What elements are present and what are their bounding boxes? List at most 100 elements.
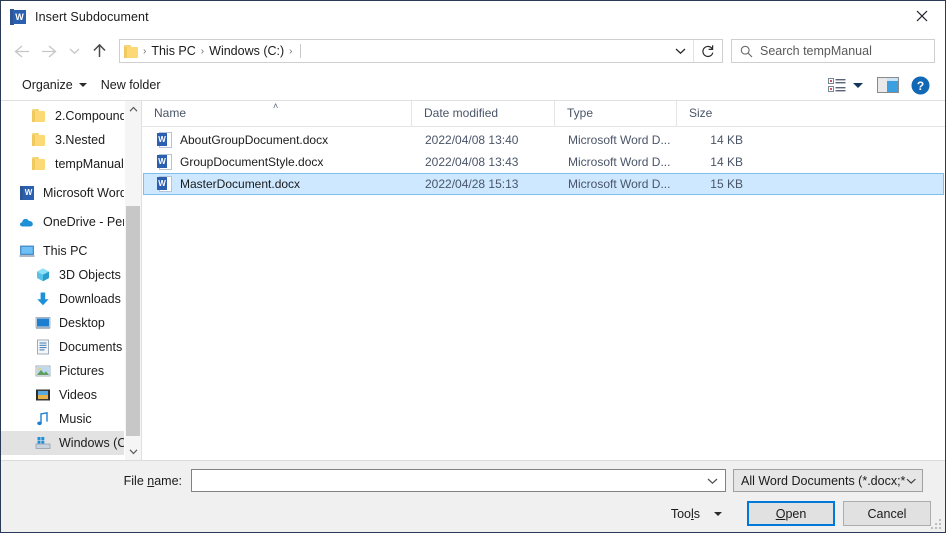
sidebar-item-videos[interactable]: Videos	[1, 383, 141, 407]
scrollbar-thumb[interactable]	[126, 206, 140, 436]
sidebar-item-label: Microsoft Word	[43, 186, 127, 200]
sidebar-item-onedrive[interactable]: OneDrive - Personal	[1, 210, 141, 234]
sidebar-item-label: Videos	[59, 388, 97, 402]
column-header-name[interactable]: Name ˄	[142, 101, 412, 126]
close-button[interactable]	[899, 1, 945, 31]
sidebar-item-desktop[interactable]: Desktop	[1, 311, 141, 335]
table-row[interactable]: W GroupDocumentStyle.docx 2022/04/08 13:…	[143, 151, 944, 173]
word-document-icon: W	[157, 176, 173, 192]
sidebar-item-pictures[interactable]: Pictures	[1, 359, 141, 383]
view-options-button[interactable]	[820, 78, 871, 92]
search-placeholder: Search tempManual	[760, 44, 872, 58]
refresh-button[interactable]	[693, 40, 722, 62]
up-button[interactable]	[85, 36, 113, 66]
music-icon	[35, 411, 51, 427]
sidebar-item-tempmanual[interactable]: tempManual	[1, 152, 141, 176]
filename-input-wrapper[interactable]	[191, 469, 726, 492]
filename-label: File name:	[1, 474, 191, 488]
file-date-cell: 2022/04/08 13:43	[425, 155, 519, 169]
file-type-cell: Microsoft Word D...	[568, 177, 671, 191]
folder-icon	[31, 156, 47, 172]
forward-button[interactable]	[35, 36, 63, 66]
tools-label-pre: Too	[670, 506, 691, 521]
sidebar-item-music[interactable]: Music	[1, 407, 141, 431]
sidebar-item-downloads[interactable]: Downloads	[1, 287, 141, 311]
sidebar-item-this-pc[interactable]: This PC	[1, 239, 141, 263]
arrow-left-icon	[13, 45, 29, 57]
sidebar-item-microsoft-word[interactable]: W Microsoft Word	[1, 181, 141, 205]
cancel-button[interactable]: Cancel	[843, 501, 931, 526]
scroll-up-button[interactable]	[125, 101, 141, 118]
column-header-name-label: Name	[154, 106, 187, 120]
filename-label-post: ame:	[154, 473, 182, 488]
file-name-cell: W MasterDocument.docx	[144, 176, 414, 192]
recent-locations-button[interactable]	[63, 36, 85, 66]
resize-grip[interactable]	[929, 517, 941, 529]
breadcrumb-separator[interactable]: ›	[288, 46, 293, 57]
footer-buttons: Tools Open Cancel	[661, 501, 931, 526]
column-header-size[interactable]: Size	[677, 101, 749, 126]
sidebar-item-3d-objects[interactable]: 3D Objects	[1, 263, 141, 287]
sidebar-item-label: Pictures	[59, 364, 105, 378]
column-header-type[interactable]: Type	[555, 101, 677, 126]
breadcrumb-item-this-pc[interactable]: This PC	[147, 44, 199, 58]
file-name-label: GroupDocumentStyle.docx	[180, 155, 324, 169]
view-options-icon	[828, 78, 846, 92]
search-icon	[740, 45, 753, 57]
folder-icon	[124, 44, 140, 58]
refresh-icon	[702, 45, 714, 57]
file-size-cell: 14 KB	[710, 133, 743, 147]
organize-button[interactable]: Organize	[15, 74, 94, 96]
file-type-cell: Microsoft Word D...	[568, 155, 671, 169]
chevron-down-icon	[69, 48, 79, 55]
folder-icon	[31, 108, 47, 124]
back-button[interactable]	[7, 36, 35, 66]
chevron-up-icon	[129, 106, 137, 112]
file-date-cell: 2022/04/08 13:40	[425, 133, 519, 147]
address-dropdown-button[interactable]	[667, 40, 693, 62]
sidebar-scrollbar[interactable]	[124, 101, 141, 460]
file-size-cell: 15 KB	[710, 177, 743, 191]
drive-icon	[35, 435, 51, 451]
help-button[interactable]: ?	[905, 76, 935, 95]
chevron-down-icon	[129, 449, 137, 455]
title-bar: W Insert Subdocument	[1, 1, 945, 32]
open-label-accel: O	[775, 506, 786, 521]
sidebar-item-documents[interactable]: Documents	[1, 335, 141, 359]
table-row[interactable]: W AboutGroupDocument.docx 2022/04/08 13:…	[143, 129, 944, 151]
scroll-down-button[interactable]	[125, 443, 141, 460]
svg-text:?: ?	[916, 79, 923, 93]
sidebar-item-2-compound[interactable]: 2.Compound	[1, 104, 141, 128]
tools-button[interactable]: Tools	[661, 503, 732, 525]
downloads-icon	[35, 291, 51, 307]
word-document-icon: W	[157, 132, 173, 148]
file-type-filter-dropdown[interactable]: All Word Documents (*.docx;*.d	[733, 469, 923, 492]
chevron-down-icon	[853, 82, 863, 88]
new-folder-label: New folder	[100, 78, 161, 92]
filename-input[interactable]	[192, 470, 725, 491]
new-folder-button[interactable]: New folder	[94, 74, 168, 96]
computer-icon	[19, 243, 35, 259]
file-name-cell: W GroupDocumentStyle.docx	[144, 154, 414, 170]
sidebar-item-windows-c[interactable]: Windows (C:)	[1, 431, 141, 455]
open-label-post: pen	[785, 506, 807, 521]
file-list-rows: W AboutGroupDocument.docx 2022/04/08 13:…	[142, 127, 945, 460]
preview-pane-button[interactable]	[871, 77, 905, 93]
address-bar[interactable]: › This PC › Windows (C:) ›	[119, 39, 723, 63]
chevron-down-icon	[707, 478, 718, 484]
column-header-date-modified[interactable]: Date modified	[412, 101, 555, 126]
sidebar-item-label: This PC	[43, 244, 88, 258]
open-button[interactable]: Open	[747, 501, 835, 526]
window-title: Insert Subdocument	[35, 9, 149, 24]
filename-dropdown-button[interactable]	[707, 470, 718, 491]
sort-ascending-icon: ˄	[273, 101, 279, 111]
word-document-icon: W	[157, 154, 173, 170]
sidebar-item-3-nested[interactable]: 3.Nested	[1, 128, 141, 152]
breadcrumb-item-windows-c[interactable]: Windows (C:)	[205, 44, 288, 58]
sidebar-item-label: Windows (C:)	[59, 436, 135, 450]
search-box[interactable]: Search tempManual	[731, 39, 935, 63]
file-name-cell: W AboutGroupDocument.docx	[144, 132, 414, 148]
table-row[interactable]: W MasterDocument.docx 2022/04/28 15:13 M…	[143, 173, 944, 195]
file-date-cell: 2022/04/28 15:13	[425, 177, 519, 191]
navigation-bar: › This PC › Windows (C:) › Search tempMa…	[1, 32, 945, 70]
